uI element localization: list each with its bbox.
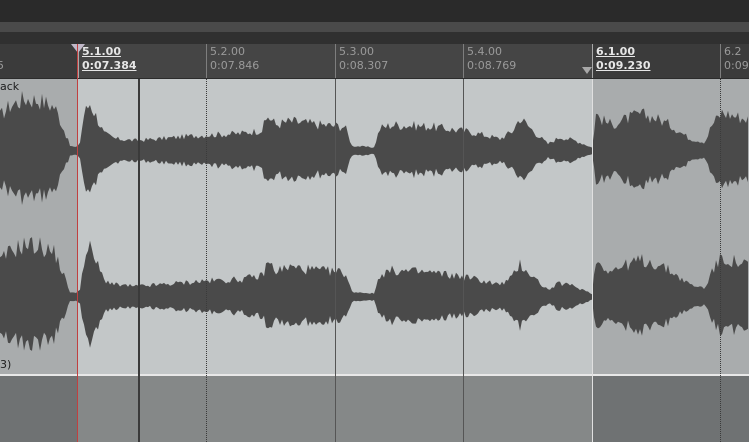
waveform-channel bbox=[0, 237, 748, 351]
ruler-time-label: 0:08.307 bbox=[339, 59, 389, 72]
time-selection-start-marker-icon[interactable] bbox=[71, 44, 85, 53]
time-selection-end-marker-icon[interactable] bbox=[582, 67, 592, 74]
waveform-channel bbox=[0, 91, 748, 205]
toolbar-gap bbox=[0, 32, 749, 44]
ruler-tick bbox=[206, 44, 207, 78]
empty-track-lane[interactable] bbox=[0, 376, 749, 442]
ruler-beat-label: 6.1.00 bbox=[596, 45, 635, 58]
grid-line bbox=[720, 79, 721, 442]
ruler-tick bbox=[592, 44, 593, 78]
grid-line bbox=[463, 79, 464, 442]
ruler-time-label: 0:07.384 bbox=[82, 59, 137, 72]
ruler-tick bbox=[335, 44, 336, 78]
ruler-time-label: 0:09.230 bbox=[596, 59, 651, 72]
ruler-beat-label: 6.2 bbox=[724, 45, 742, 58]
ruler-time-label: 0:09 bbox=[724, 59, 749, 72]
ruler-time-label: 0:07.846 bbox=[210, 59, 260, 72]
timeline-ruler[interactable]: 5 5.1.00 0:07.384 5.2.00 0:07.846 5.3.00… bbox=[0, 44, 749, 79]
lane-shade-left bbox=[0, 376, 77, 442]
ruler-tick bbox=[463, 44, 464, 78]
ruler-beat-label: 5.4.00 bbox=[467, 45, 502, 58]
ruler-beat-label: 5.3.00 bbox=[339, 45, 374, 58]
toolbar-band bbox=[0, 22, 749, 32]
ruler-label-cut: 5 bbox=[0, 59, 4, 72]
lane-shade-right bbox=[593, 376, 749, 442]
ruler-beat-label: 5.2.00 bbox=[210, 45, 245, 58]
selection-end-line bbox=[592, 79, 593, 442]
ruler-beat-label: 5.1.00 bbox=[82, 45, 121, 58]
grid-line bbox=[206, 79, 207, 442]
audio-waveform bbox=[0, 91, 748, 351]
edit-cursor[interactable] bbox=[138, 79, 140, 442]
ruler-tick bbox=[720, 44, 721, 78]
playhead-line[interactable] bbox=[77, 44, 78, 442]
ruler-time-label: 0:08.769 bbox=[467, 59, 517, 72]
top-toolbar bbox=[0, 0, 749, 22]
grid-line bbox=[335, 79, 336, 442]
